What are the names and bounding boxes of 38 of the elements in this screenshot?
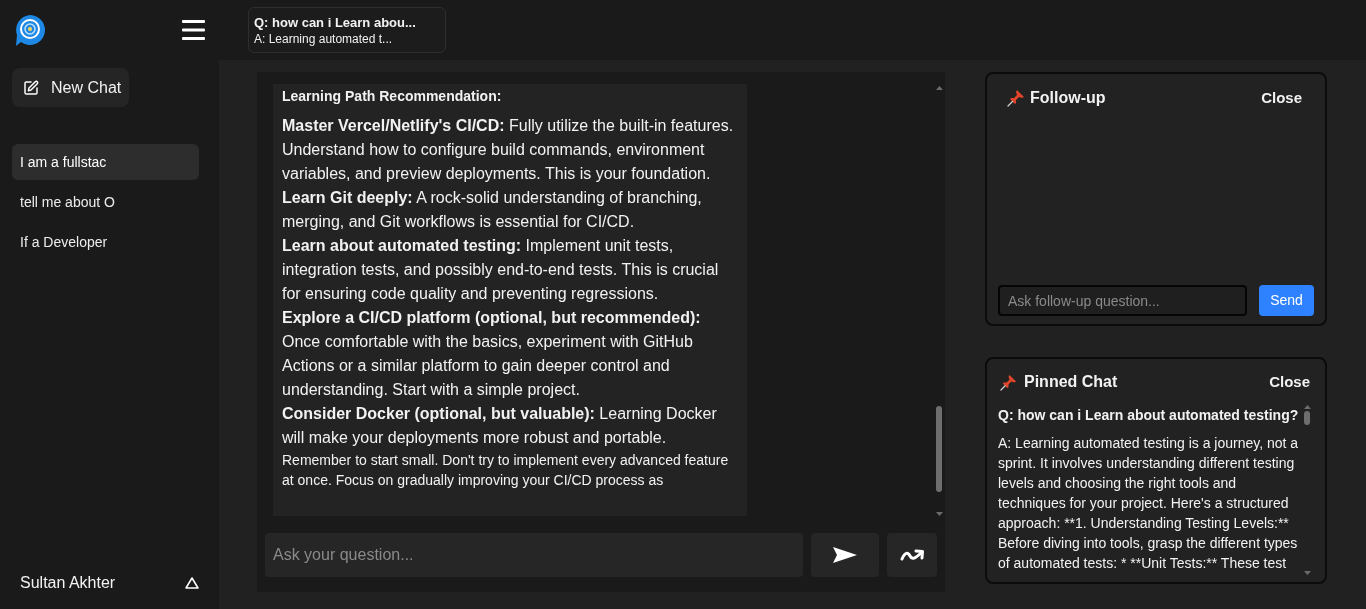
message-heading: Learning Path Recommendation: bbox=[282, 87, 503, 106]
pinned-answer-text: A: Learning automated t... bbox=[254, 30, 393, 47]
message-paragraph: Explore a CI/CD platform (optional, but recommended): Once comfortable with the basics, experiment with GitHub Actions or a similar platform to gain deeper control and understanding. Start with a simple project. bbox=[282, 308, 702, 400]
close-button[interactable]: Close bbox=[1261, 86, 1302, 110]
message-paragraph: Remember to start small. Don't try to implement every advanced feature at once. Focus on gradually improving your CI/CD process as bbox=[282, 451, 730, 490]
follow-up-input[interactable]: Ask follow-up question... bbox=[998, 285, 1247, 316]
pushpin-icon bbox=[1000, 373, 1017, 391]
pinned-chat-tab[interactable]: Q: how can i Learn abou... A: Learning automated t... bbox=[248, 7, 446, 53]
scroll-down-arrow-icon[interactable] bbox=[1303, 571, 1311, 575]
chat-bubble-logo-icon bbox=[14, 13, 46, 47]
message-paragraph: Learn Git deeply: A rock-solid understanding of branching, merging, and Git workflows is essential for CI/CD. bbox=[282, 188, 703, 232]
send-button[interactable]: Send bbox=[1259, 285, 1314, 316]
wave-arrow-button[interactable] bbox=[887, 533, 937, 577]
panel-title: Pinned Chat bbox=[1024, 372, 1118, 392]
message-paragraph: Learn about automated testing: Implement unit tests, integration tests, and possibly end-to-end tests. This is crucial for ensuring code quality and preventing regressions. bbox=[282, 236, 720, 304]
user-name: Sultan Akhter bbox=[20, 573, 116, 593]
wave-arrow-icon bbox=[899, 548, 925, 562]
question-input[interactable]: Ask your question... bbox=[265, 533, 803, 577]
new-chat-icon bbox=[23, 79, 39, 96]
panel-title: Follow-up bbox=[1030, 88, 1106, 108]
pushpin-icon bbox=[1007, 89, 1025, 107]
message-paragraph: Consider Docker (optional, but valuable): Learning Docker will make your deployments more robust and portable. bbox=[282, 404, 718, 448]
send-icon bbox=[833, 547, 857, 563]
scrollbar-thumb[interactable] bbox=[936, 406, 942, 492]
pinned-question: Q: how can i Learn about automated testing? bbox=[998, 406, 1300, 425]
scroll-up-arrow-icon[interactable] bbox=[935, 86, 943, 90]
pinned-question-text: Q: how can i Learn abou... bbox=[254, 13, 416, 31]
triangle-icon[interactable] bbox=[185, 577, 199, 589]
message-paragraph: Master Vercel/Netlify's CI/CD: Fully utilize the built-in features. Understand how to configure build commands, environment variables, and preview deployments. This is your foundation. bbox=[282, 116, 735, 184]
scrollbar-thumb[interactable] bbox=[1304, 411, 1310, 425]
scroll-down-arrow-icon[interactable] bbox=[935, 512, 943, 516]
new-chat-button[interactable]: New Chat bbox=[12, 68, 129, 107]
menu-icon[interactable] bbox=[182, 20, 205, 40]
scroll-up-arrow-icon[interactable] bbox=[1303, 405, 1311, 409]
close-button[interactable]: Close bbox=[1269, 370, 1310, 394]
chat-history-item[interactable]: I am a fullstac bbox=[12, 144, 199, 180]
send-button[interactable] bbox=[811, 533, 879, 577]
pinned-answer: A: Learning automated testing is a journey, not a sprint. It involves understanding different testing levels and choosing the right tools and techniques for your project. Here's a structured approach: **1. Understanding Testing Levels:** Before diving into tools, grasp the different types of automated tests: * **Unit Tests:** These test bbox=[998, 434, 1300, 573]
